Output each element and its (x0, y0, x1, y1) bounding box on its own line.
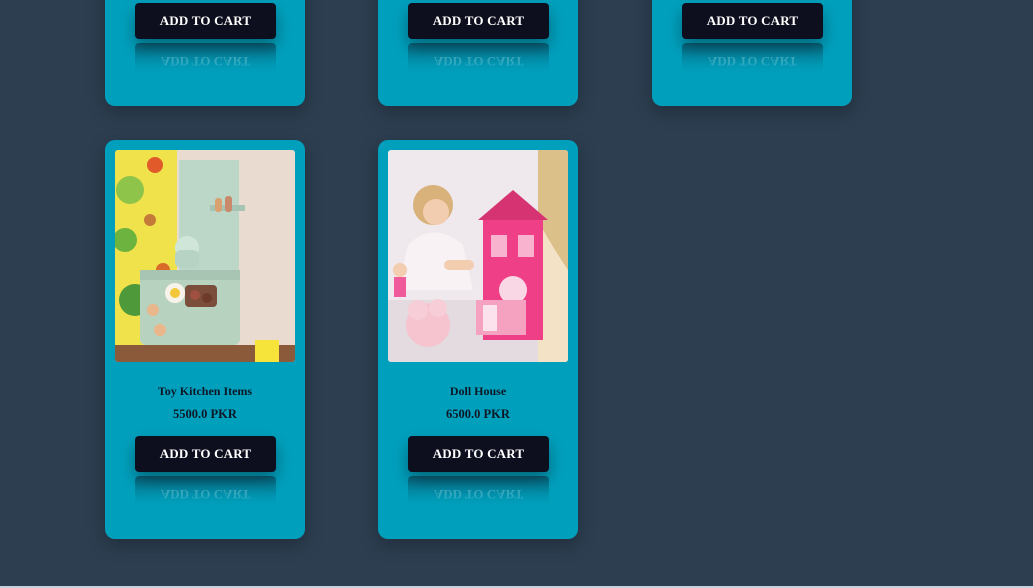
button-reflection: ADD TO CART (682, 43, 823, 79)
product-card-doll-house: Doll House 6500.0 PKR ADD TO CART ADD TO… (378, 140, 578, 539)
add-to-cart-button[interactable]: ADD TO CART (408, 436, 549, 472)
product-title: Doll House (449, 384, 507, 398)
product-card: ADD TO CART ADD TO CART (105, 0, 305, 106)
product-card: ADD TO CART ADD TO CART (652, 0, 852, 106)
button-reflection: ADD TO CART (135, 476, 276, 512)
add-to-cart-button[interactable]: ADD TO CART (408, 3, 549, 39)
add-to-cart-button[interactable]: ADD TO CART (135, 3, 276, 39)
product-title: Toy Kitchen Items (157, 384, 253, 398)
add-to-cart-button[interactable]: ADD TO CART (135, 436, 276, 472)
product-image[interactable] (388, 150, 568, 362)
add-to-cart-button[interactable]: ADD TO CART (682, 3, 823, 39)
product-card: ADD TO CART ADD TO CART (378, 0, 578, 106)
product-card-toy-kitchen: Toy Kitchen Items 5500.0 PKR ADD TO CART… (105, 140, 305, 539)
button-reflection: ADD TO CART (408, 476, 549, 512)
product-grid-page: ADD TO CART ADD TO CART ADD TO CART ADD … (0, 0, 1033, 588)
product-price: 5500.0 PKR (173, 407, 237, 421)
button-reflection: ADD TO CART (408, 43, 549, 79)
button-reflection: ADD TO CART (135, 43, 276, 79)
product-price: 6500.0 PKR (446, 407, 510, 421)
product-image[interactable] (115, 150, 295, 362)
